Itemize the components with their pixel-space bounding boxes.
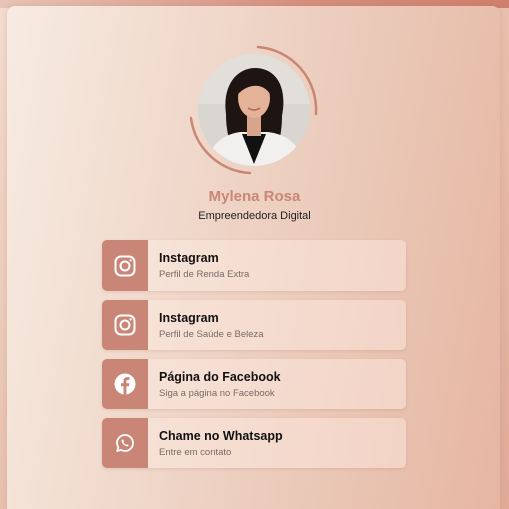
link-title: Chame no Whatsapp [159, 429, 283, 443]
link-title: Página do Facebook [159, 370, 281, 384]
link-description: Siga a página no Facebook [159, 388, 275, 399]
profile-subtitle: Empreendedora Digital [198, 210, 311, 222]
link-icon-container [102, 359, 148, 409]
link-whatsapp-contact[interactable]: Chame no Whatsapp Entre em contato [102, 418, 406, 468]
link-facebook-page[interactable]: Página do Facebook Siga a página no Face… [102, 359, 406, 409]
link-icon-container [102, 300, 148, 350]
link-description: Perfil de Renda Extra [159, 269, 250, 280]
link-icon-container [102, 418, 148, 468]
link-instagram-renda-extra[interactable]: Instagram Perfil de Renda Extra [102, 240, 406, 291]
link-list: Instagram Perfil de Renda Extra Instagra… [102, 240, 406, 477]
link-icon-container [102, 240, 148, 291]
link-title: Instagram [159, 311, 219, 325]
profile-name: Mylena Rosa [208, 188, 301, 205]
facebook-icon [114, 373, 136, 395]
avatar [198, 54, 310, 166]
link-description: Perfil de Saúde e Beleza [159, 329, 264, 340]
whatsapp-icon [116, 434, 134, 452]
profile-photo [198, 54, 310, 166]
avatar-container [188, 44, 320, 176]
instagram-icon [114, 255, 136, 276]
instagram-icon [114, 314, 136, 336]
link-title: Instagram [159, 251, 219, 265]
link-description: Entre em contato [159, 447, 232, 458]
link-instagram-saude-beleza[interactable]: Instagram Perfil de Saúde e Beleza [102, 300, 406, 350]
